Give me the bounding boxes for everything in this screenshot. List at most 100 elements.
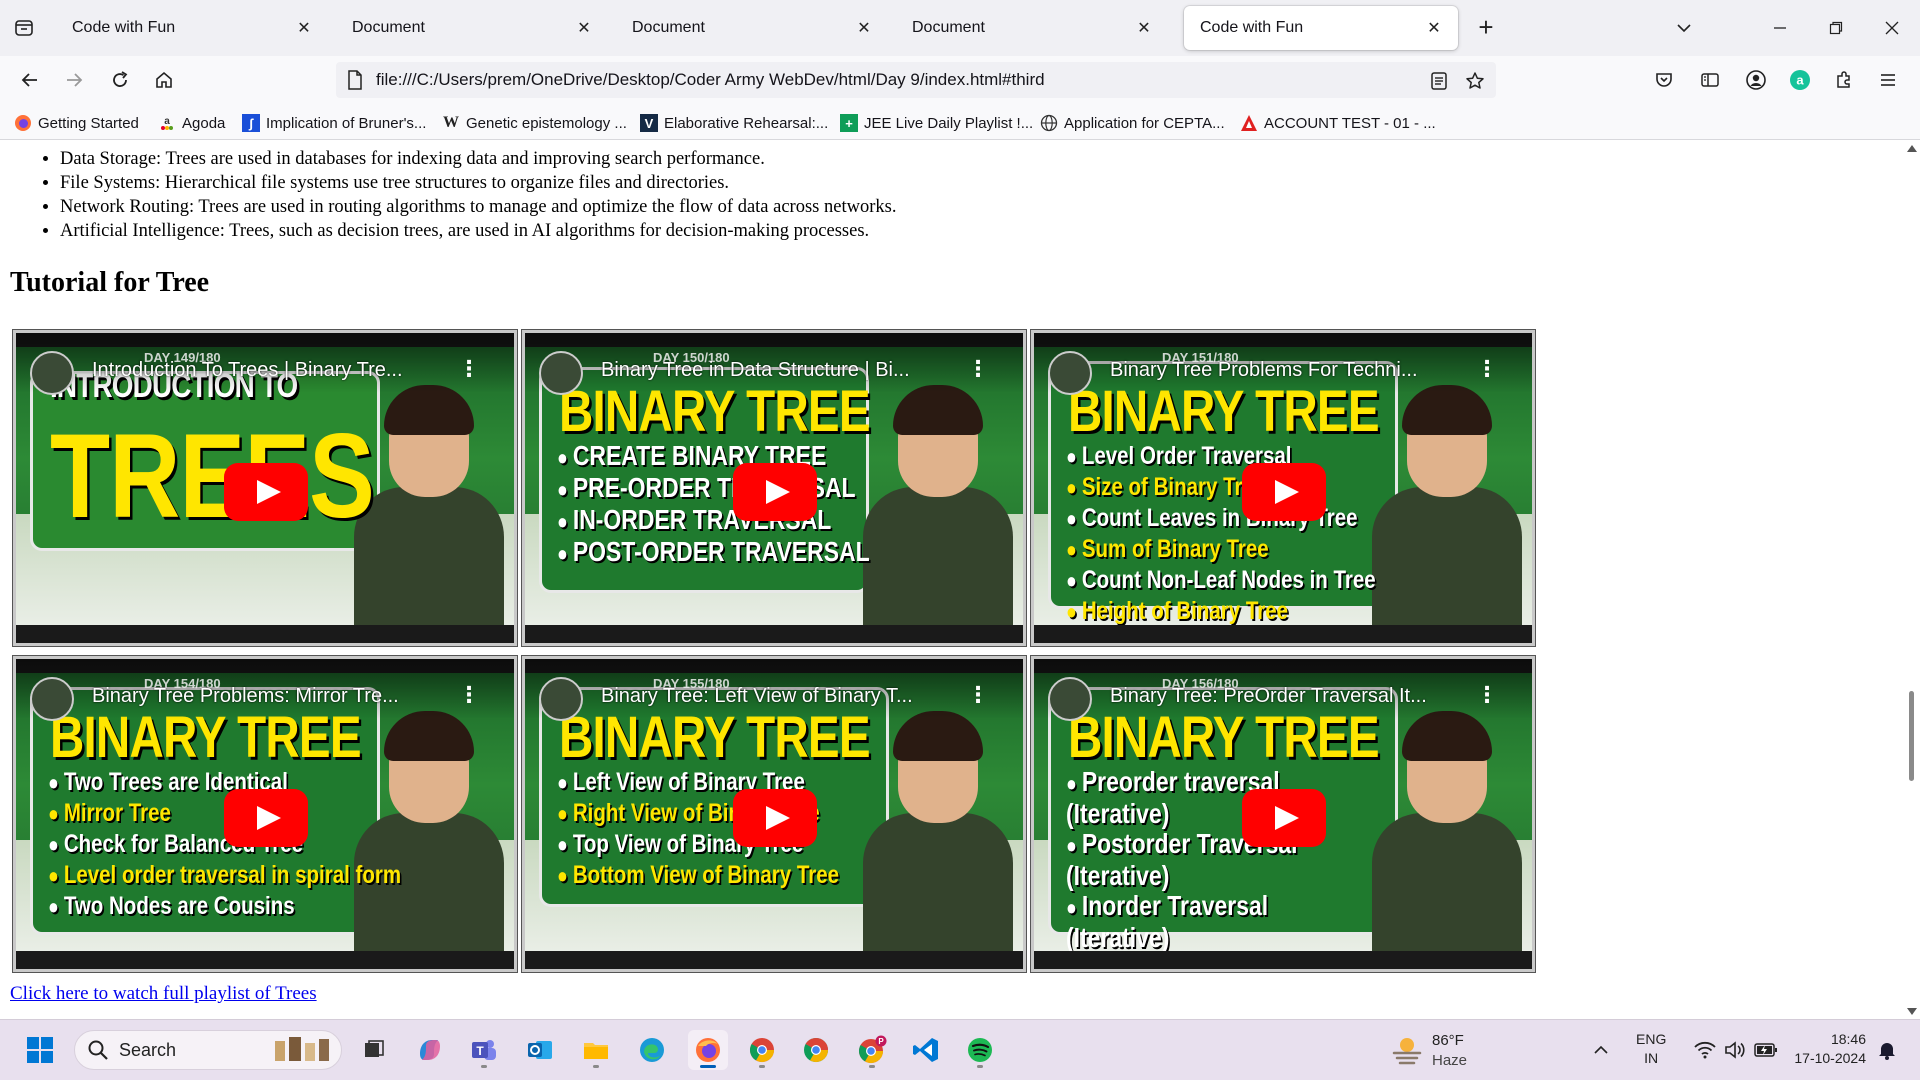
thumbnail-topics: Level Order Traversal Size of Binary Tre… <box>1066 441 1376 625</box>
firefox-taskbar-button[interactable] <box>688 1030 728 1070</box>
bookmark-jee-live[interactable]: + JEE Live Daily Playlist !... <box>840 112 1033 134</box>
video-embed-6[interactable]: BINARY TREE Preorder traversal (Iterativ… <box>1030 655 1536 973</box>
close-window-button[interactable] <box>1864 0 1920 56</box>
video-embed-4[interactable]: BINARY TREE Two Trees are Identical Mirr… <box>12 655 518 973</box>
video-title[interactable]: Binary Tree Problems: Mirror Tre... <box>92 685 399 708</box>
tab-close-icon[interactable]: ✕ <box>854 18 874 38</box>
bookmark-bruner[interactable]: ʃ Implication of Bruner's... <box>242 112 426 134</box>
play-button-icon[interactable] <box>733 463 817 521</box>
bookmark-doc-icon: ʃ <box>242 114 260 132</box>
scroll-up-arrow-icon[interactable] <box>1907 145 1917 152</box>
url-text[interactable]: file:///C:/Users/prem/OneDrive/Desktop/C… <box>376 70 1045 90</box>
restore-button[interactable] <box>1808 0 1864 56</box>
tab-code-with-fun-active[interactable]: Code with Fun ✕ <box>1184 6 1458 50</box>
video-title[interactable]: Binary Tree: Left View of Binary T... <box>601 685 913 708</box>
channel-avatar[interactable] <box>1048 677 1092 721</box>
chrome-profile-button[interactable] <box>796 1030 836 1070</box>
new-tab-button[interactable]: + <box>1472 14 1500 42</box>
clock[interactable]: 18:46 17-10-2024 <box>1786 1030 1866 1068</box>
play-button-icon[interactable] <box>224 789 308 847</box>
forward-button[interactable] <box>58 64 90 96</box>
copilot-icon <box>420 1040 440 1060</box>
notifications-button[interactable] <box>1872 1030 1902 1070</box>
edge-button[interactable] <box>632 1030 672 1070</box>
bookmark-genetic-epistemology[interactable]: W Genetic epistemology ... <box>442 112 627 134</box>
minimize-button[interactable] <box>1752 0 1808 56</box>
pocket-button[interactable] <box>1648 64 1680 96</box>
video-title[interactable]: Binary Tree in Data Structure | Bi... <box>601 359 910 382</box>
language-code: ENG <box>1636 1031 1667 1047</box>
video-embed-1[interactable]: INTRODUCTION TO TREES DAY 149/180 Introd… <box>12 329 518 647</box>
scroll-down-arrow-icon[interactable] <box>1907 1008 1917 1015</box>
video-title[interactable]: Binary Tree: PreOrder Traversal It... <box>1110 685 1427 708</box>
channel-avatar[interactable] <box>539 351 583 395</box>
more-options-icon[interactable]: ⋮ <box>1476 359 1498 383</box>
tab-document-3[interactable]: Document ✕ <box>896 6 1168 50</box>
more-options-icon[interactable]: ⋮ <box>967 685 989 709</box>
tab-code-with-fun-1[interactable]: Code with Fun ✕ <box>56 6 328 50</box>
show-hidden-icons-button[interactable] <box>1584 1030 1618 1070</box>
chrome-profile-p-button[interactable]: P <box>852 1030 892 1070</box>
video-embed-5[interactable]: BINARY TREE Left View of Binary Tree Rig… <box>521 655 1027 973</box>
channel-avatar[interactable] <box>30 351 74 395</box>
bookmark-elaborative-rehearsal[interactable]: V Elaborative Rehearsal:... <box>640 112 828 134</box>
tab-close-icon[interactable]: ✕ <box>1424 18 1444 38</box>
tab-close-icon[interactable]: ✕ <box>1134 18 1154 38</box>
scroll-thumb[interactable] <box>1909 691 1914 781</box>
weather-temperature: 86°F <box>1432 1032 1464 1049</box>
weather-widget[interactable]: 86°F Haze <box>1390 1030 1490 1070</box>
taskbar-search[interactable]: Search <box>74 1030 342 1070</box>
account-button[interactable] <box>1740 64 1772 96</box>
sidebar-button[interactable] <box>1694 64 1726 96</box>
video-embed-2[interactable]: BINARY TREE CREATE BINARY TREE PRE-ORDER… <box>521 329 1027 647</box>
more-options-icon[interactable]: ⋮ <box>458 359 480 383</box>
spotify-button[interactable] <box>960 1030 1000 1070</box>
more-options-icon[interactable]: ⋮ <box>1476 685 1498 709</box>
chrome-button[interactable] <box>742 1030 782 1070</box>
reader-view-icon[interactable] <box>1428 70 1450 92</box>
start-button[interactable] <box>20 1030 60 1070</box>
address-bar[interactable]: file:///C:/Users/prem/OneDrive/Desktop/C… <box>336 62 1496 98</box>
tab-close-icon[interactable]: ✕ <box>294 18 314 38</box>
play-button-icon[interactable] <box>1242 789 1326 847</box>
video-embed-3[interactable]: BINARY TREE Level Order Traversal Size o… <box>1030 329 1536 647</box>
bookmark-cepta[interactable]: Application for CEPTA... <box>1040 112 1225 134</box>
extensions-button[interactable] <box>1828 64 1860 96</box>
chrome-icon <box>749 1038 774 1063</box>
reload-button[interactable] <box>104 64 136 96</box>
play-button-icon[interactable] <box>224 463 308 521</box>
back-button[interactable] <box>14 64 46 96</box>
more-options-icon[interactable]: ⋮ <box>967 359 989 383</box>
file-explorer-button[interactable] <box>576 1030 616 1070</box>
menu-button[interactable] <box>1872 64 1904 96</box>
channel-avatar[interactable] <box>1048 351 1092 395</box>
extension-grammarly-button[interactable]: a <box>1784 64 1816 96</box>
bookmark-agoda[interactable]: a Agoda <box>158 112 225 134</box>
home-button[interactable] <box>148 64 180 96</box>
more-options-icon[interactable]: ⋮ <box>458 685 480 709</box>
outlook-button[interactable] <box>520 1030 560 1070</box>
play-button-icon[interactable] <box>1242 463 1326 521</box>
list-all-tabs-button[interactable] <box>10 14 38 42</box>
bookmark-getting-started[interactable]: Getting Started <box>14 112 139 134</box>
copilot-button[interactable] <box>410 1030 450 1070</box>
channel-avatar[interactable] <box>30 677 74 721</box>
vscode-button[interactable] <box>906 1030 946 1070</box>
channel-avatar[interactable] <box>539 677 583 721</box>
input-language[interactable]: ENG IN <box>1636 1030 1666 1068</box>
play-button-icon[interactable] <box>733 789 817 847</box>
bookmark-star-icon[interactable] <box>1464 70 1486 92</box>
tab-close-icon[interactable]: ✕ <box>574 18 594 38</box>
tab-document-2[interactable]: Document ✕ <box>616 6 888 50</box>
page-scrollbar[interactable] <box>1903 141 1920 1019</box>
topic-item: CREATE BINARY TREE <box>557 441 870 473</box>
tab-overflow-chevron-icon[interactable] <box>1656 0 1712 56</box>
task-view-button[interactable] <box>354 1030 394 1070</box>
video-title[interactable]: Binary Tree Problems For Techni... <box>1110 359 1418 382</box>
full-playlist-link[interactable]: Click here to watch full playlist of Tre… <box>10 983 317 1005</box>
tab-document-1[interactable]: Document ✕ <box>336 6 608 50</box>
quick-settings-button[interactable] <box>1686 1030 1786 1070</box>
video-title[interactable]: Introduction To Trees | Binary Tre... <box>92 359 403 382</box>
bookmark-account-test[interactable]: ACCOUNT TEST - 01 - ... <box>1240 112 1436 134</box>
teams-button[interactable]: T <box>464 1030 504 1070</box>
